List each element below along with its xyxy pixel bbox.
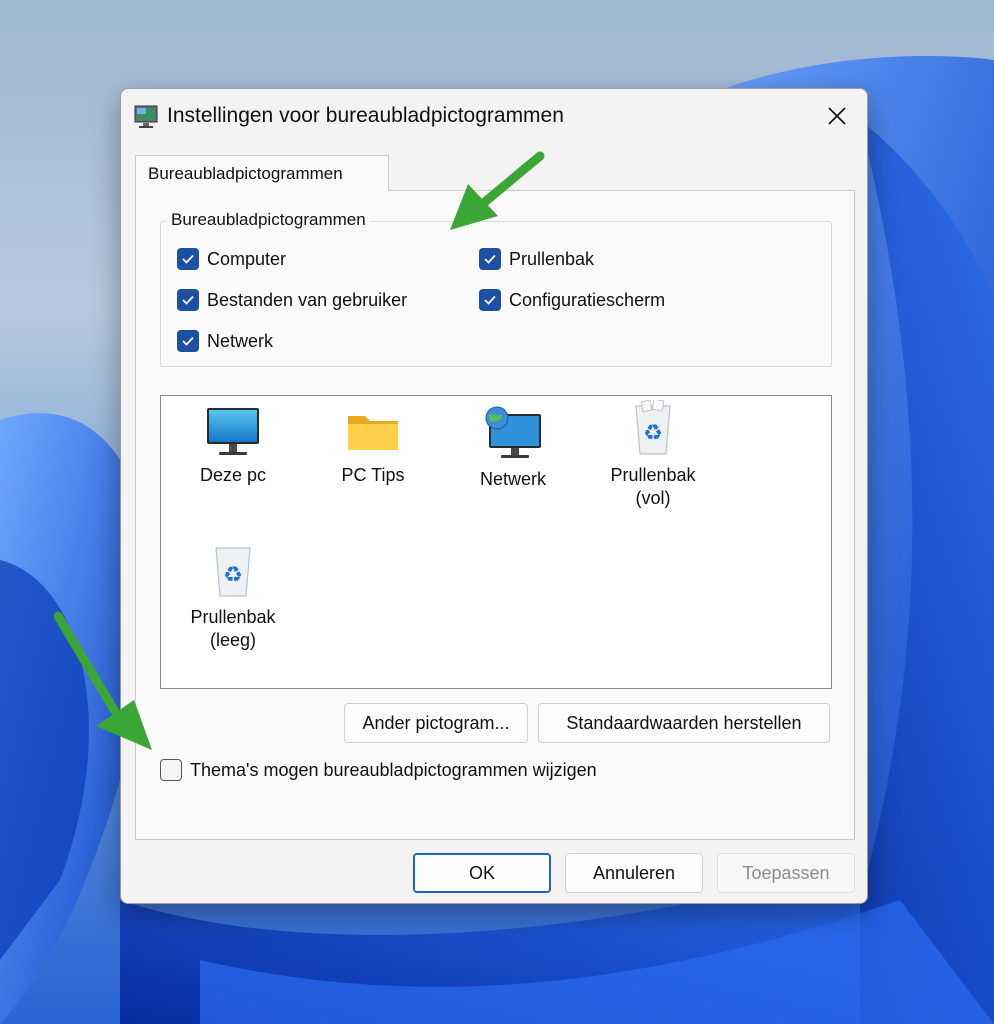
- folder-icon: [348, 416, 398, 450]
- list-item-this-pc[interactable]: Deze pc: [165, 406, 301, 487]
- list-item-label: Netwerk: [479, 469, 546, 489]
- group-legend: Bureaubladpictogrammen: [167, 210, 370, 230]
- change-icon-button[interactable]: Ander pictogram...: [344, 703, 528, 743]
- checkbox-checked-icon[interactable]: [479, 248, 501, 270]
- checkbox-checked-icon[interactable]: [177, 248, 199, 270]
- monitor-icon: [207, 408, 259, 455]
- svg-text:♻: ♻: [643, 421, 663, 446]
- list-item-label: Prullenbak (leeg): [190, 607, 276, 650]
- desktop-settings-icon: [134, 105, 158, 128]
- recycle-bin-empty-icon: ♻: [215, 547, 251, 597]
- restore-default-button[interactable]: Standaardwaarden herstellen: [538, 703, 830, 743]
- checkbox-label: Configuratiescherm: [509, 289, 666, 310]
- list-item-label: PC Tips: [341, 465, 405, 485]
- checkbox-checked-icon[interactable]: [177, 289, 199, 311]
- annotation-arrow-top: [450, 151, 545, 230]
- ok-button[interactable]: OK: [413, 853, 551, 893]
- list-item-label: Deze pc: [199, 465, 267, 485]
- title-bar: Instellingen voor bureaubladpictogrammen: [121, 89, 867, 145]
- annotation-arrow-bottom: [53, 611, 152, 750]
- apply-button[interactable]: Toepassen: [717, 853, 855, 893]
- close-button[interactable]: [815, 97, 859, 135]
- checkbox-allow-themes[interactable]: Thema's mogen bureaubladpictogrammen wij…: [160, 759, 597, 781]
- checkbox-unchecked-icon[interactable]: [160, 759, 182, 781]
- checkbox-label: Prullenbak: [509, 248, 595, 269]
- list-item-recycle-bin-empty[interactable]: ♻ Prullenbak (leeg): [165, 542, 301, 652]
- dialog-title: Instellingen voor bureaubladpictogrammen: [167, 104, 564, 127]
- network-globe-icon: [485, 406, 541, 458]
- close-icon: [828, 107, 846, 125]
- tab-desktop-icons[interactable]: Bureaubladpictogrammen: [135, 155, 389, 191]
- recycle-bin-full-icon: ♻: [635, 400, 671, 455]
- checkbox-checked-icon[interactable]: [177, 330, 199, 352]
- checkbox-label: Netwerk: [207, 330, 274, 351]
- checkbox-label: Thema's mogen bureaubladpictogrammen wij…: [190, 759, 597, 780]
- list-item-network[interactable]: Netwerk: [445, 406, 581, 491]
- list-item-label: Prullenbak (vol): [610, 465, 696, 508]
- checkbox-checked-icon[interactable]: [479, 289, 501, 311]
- desktop-icon-list[interactable]: Deze pc PC Tips Netwerk ♻ Prullenbak (vo…: [160, 395, 832, 689]
- svg-text:♻: ♻: [223, 563, 243, 588]
- checkbox-control-panel[interactable]: Configuratiescherm: [479, 289, 665, 311]
- checkbox-label: Bestanden van gebruiker: [207, 289, 408, 310]
- tab-panel: Bureaubladpictogrammen Computer Bestande…: [135, 190, 855, 840]
- list-item-recycle-bin-full[interactable]: ♻ Prullenbak (vol): [585, 400, 721, 510]
- cancel-button[interactable]: Annuleren: [565, 853, 703, 893]
- list-item-pc-tips[interactable]: PC Tips: [305, 406, 441, 487]
- checkbox-label: Computer: [207, 248, 287, 269]
- checkbox-user-files[interactable]: Bestanden van gebruiker: [177, 289, 407, 311]
- checkbox-computer[interactable]: Computer: [177, 248, 286, 270]
- checkbox-network[interactable]: Netwerk: [177, 330, 273, 352]
- checkbox-recycle-bin[interactable]: Prullenbak: [479, 248, 594, 270]
- desktop-icons-groupbox: Bureaubladpictogrammen Computer Bestande…: [160, 210, 832, 367]
